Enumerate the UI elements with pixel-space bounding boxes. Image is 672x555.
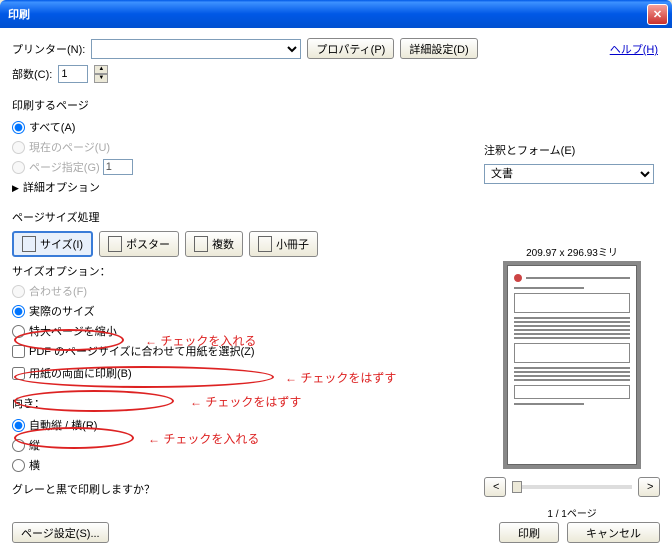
- multi-icon: [194, 236, 208, 252]
- poster-icon: [108, 236, 122, 252]
- print-button[interactable]: 印刷: [499, 522, 559, 543]
- radio-current: [12, 141, 25, 154]
- duplex-label: 用紙の両面に印刷(B): [29, 365, 132, 381]
- preview-box: [507, 265, 637, 465]
- range-label: ページ指定(G): [29, 159, 100, 175]
- note-4: ← チェックを入れる: [148, 430, 259, 447]
- booklet-icon: [258, 236, 272, 252]
- shrink-label: 特大ページを縮小: [29, 323, 117, 339]
- next-page-button[interactable]: >: [638, 477, 660, 497]
- advanced-button[interactable]: 詳細設定(D): [400, 38, 477, 59]
- window-title: 印刷: [8, 6, 647, 22]
- radio-auto-orient[interactable]: [12, 419, 25, 432]
- pages-title: 印刷するページ: [12, 97, 492, 113]
- range-input: [103, 159, 133, 175]
- dialog-content: ヘルプ(H) プリンター(N): プロパティ(P) 詳細設定(D) 部数(C):…: [0, 28, 672, 555]
- zoom-slider[interactable]: [512, 485, 632, 489]
- prev-page-button[interactable]: <: [484, 477, 506, 497]
- cancel-button[interactable]: キャンセル: [567, 522, 660, 543]
- size-option-label: サイズオプション：: [12, 263, 492, 279]
- current-label: 現在のページ(U): [29, 139, 110, 155]
- landscape-label: 横: [29, 457, 40, 473]
- radio-shrink[interactable]: [12, 325, 25, 338]
- note-2: ← チェックをはずす: [285, 369, 396, 386]
- copies-label: 部数(C):: [12, 66, 52, 82]
- properties-button[interactable]: プロパティ(P): [307, 38, 394, 59]
- portrait-label: 縦: [29, 437, 40, 453]
- comments-title: 注釈とフォーム(E): [484, 142, 660, 158]
- copies-input[interactable]: [58, 65, 88, 83]
- comments-select[interactable]: 文書: [484, 164, 654, 184]
- fit-label: 合わせる(F): [29, 283, 87, 299]
- help-link[interactable]: ヘルプ(H): [610, 41, 658, 57]
- close-button[interactable]: ✕: [647, 4, 668, 25]
- radio-portrait[interactable]: [12, 439, 25, 452]
- radio-fit: [12, 285, 25, 298]
- multi-button[interactable]: 複数: [185, 231, 243, 257]
- printer-select[interactable]: [91, 39, 301, 59]
- auto-label: 自動縦 / 横(R): [29, 417, 97, 433]
- check-duplex[interactable]: [12, 367, 25, 380]
- preview-dims: 209.97 x 296.93ミリ: [484, 244, 660, 259]
- radio-all[interactable]: [12, 121, 25, 134]
- poster-button[interactable]: ポスター: [99, 231, 179, 257]
- radio-actual[interactable]: [12, 305, 25, 318]
- sizing-title: ページサイズ処理: [12, 209, 492, 225]
- size-icon: [22, 236, 36, 252]
- titlebar: 印刷 ✕: [0, 0, 672, 28]
- preview-page: [514, 274, 630, 456]
- size-button[interactable]: サイズ(I): [12, 231, 93, 257]
- note-1: ← チェックを入れる: [145, 332, 256, 349]
- note-3: ← チェックをはずす: [190, 393, 301, 410]
- gray-question: グレーと黒で印刷しますか？: [12, 481, 492, 497]
- printer-label: プリンター(N):: [12, 41, 85, 57]
- all-label: すべて(A): [29, 119, 75, 135]
- page-counter: 1 / 1ページ: [484, 505, 660, 520]
- copies-spinner[interactable]: ▲▼: [94, 65, 108, 83]
- page-setup-button[interactable]: ページ設定(S)...: [12, 522, 109, 543]
- radio-range: [12, 161, 25, 174]
- radio-landscape[interactable]: [12, 459, 25, 472]
- check-choose-paper[interactable]: [12, 345, 25, 358]
- actual-label: 実際のサイズ: [29, 303, 95, 319]
- booklet-button[interactable]: 小冊子: [249, 231, 318, 257]
- more-options[interactable]: 詳細オプション: [12, 179, 492, 195]
